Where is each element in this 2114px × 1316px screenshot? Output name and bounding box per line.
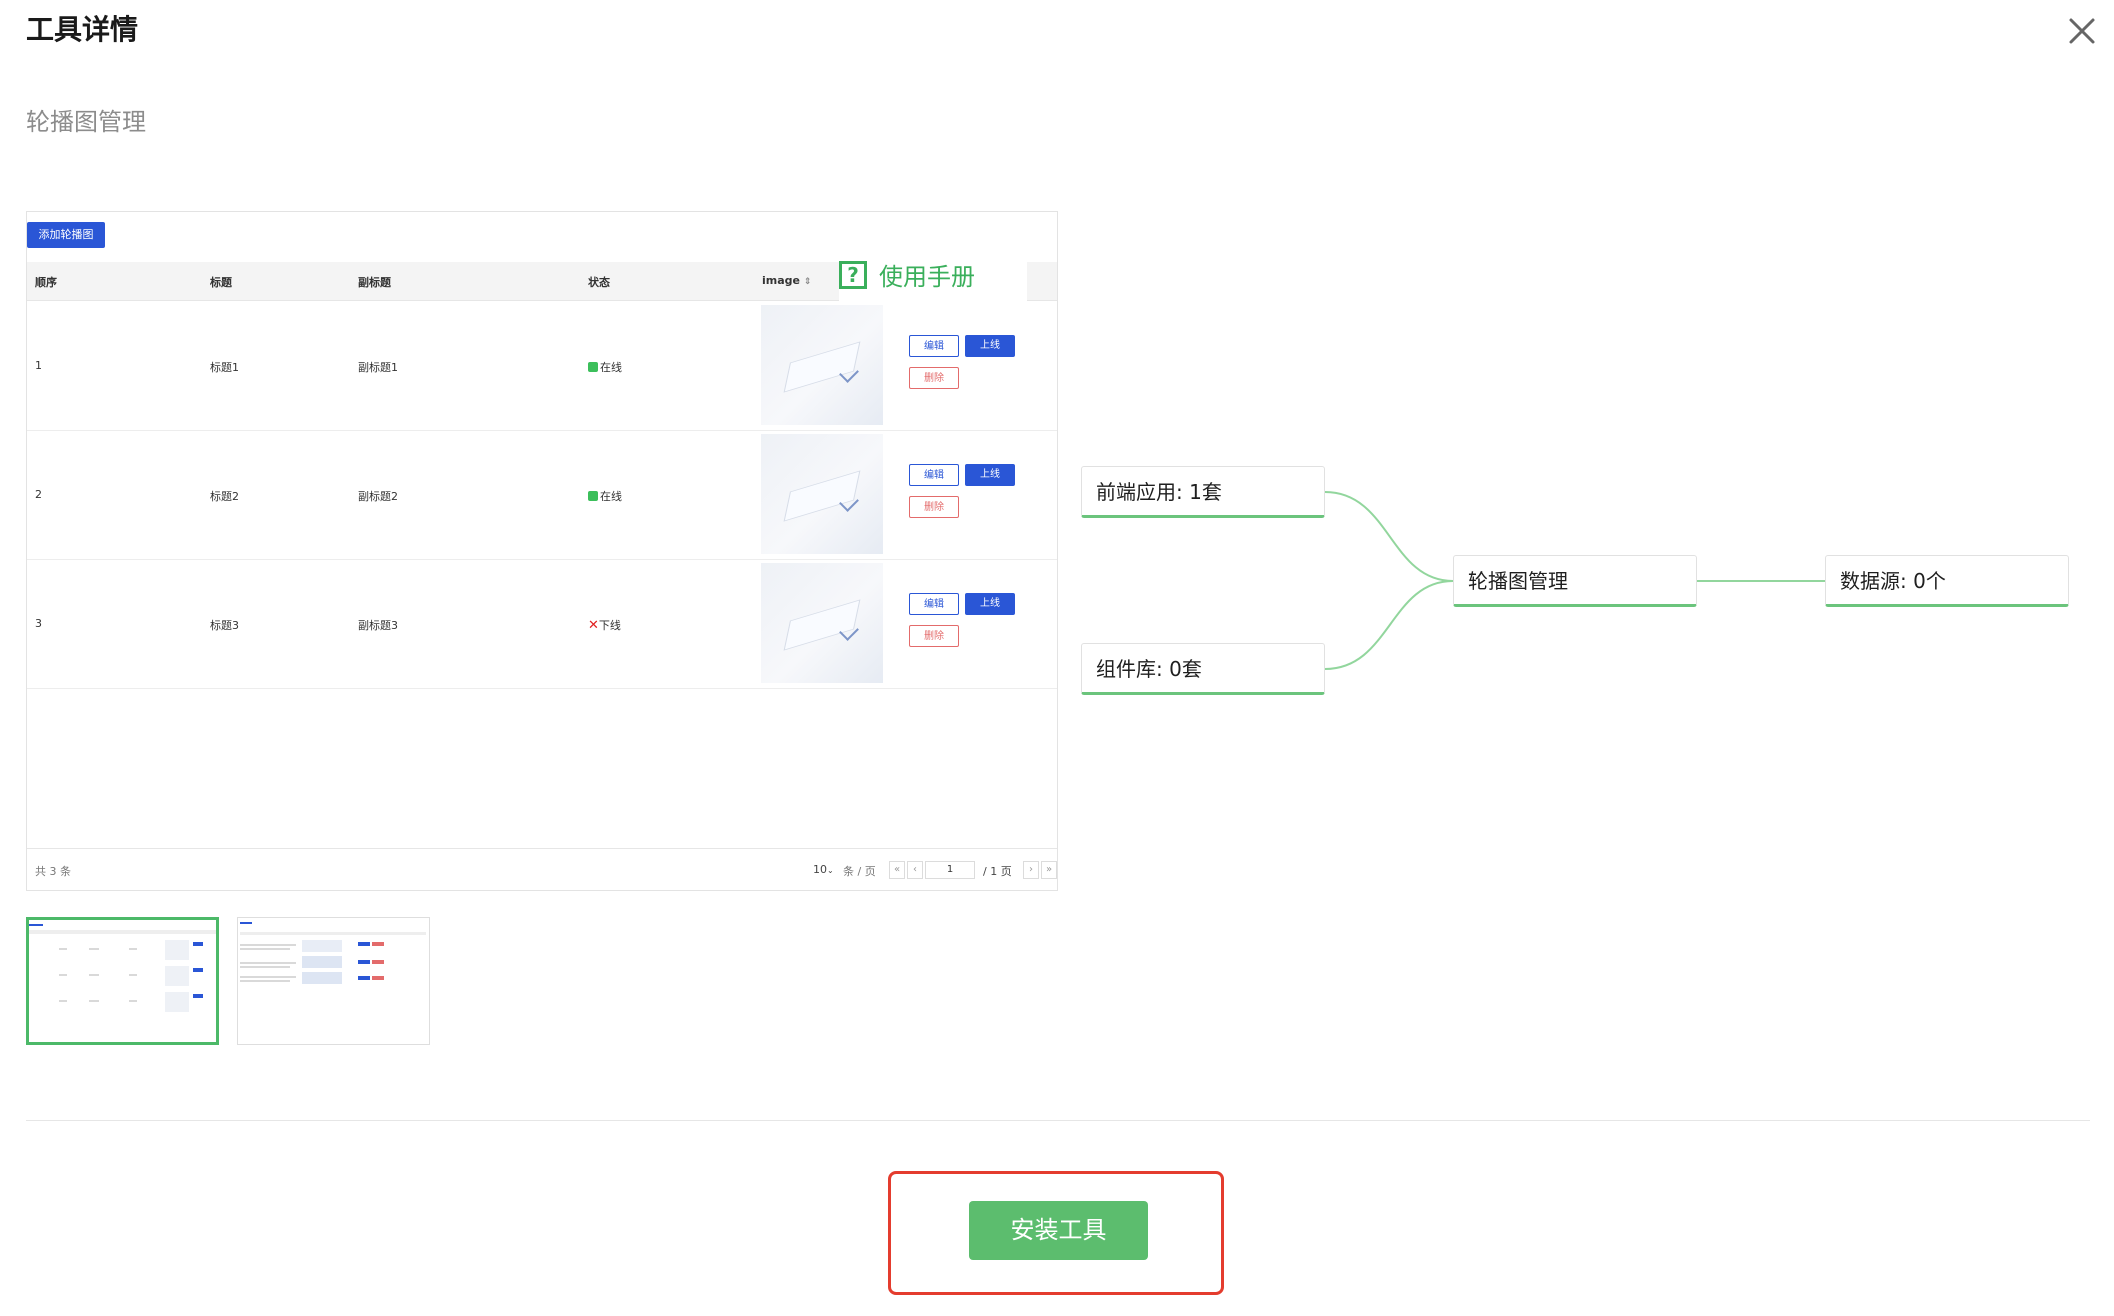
link-frontend-center xyxy=(1324,491,1454,582)
flow-node-components: 组件库: 0套 xyxy=(1081,643,1325,695)
flow-node-center: 轮播图管理 xyxy=(1453,555,1697,607)
install-tool-button[interactable]: 安装工具 xyxy=(969,1201,1148,1260)
flow-node-datasource: 数据源: 0个 xyxy=(1825,555,2069,607)
flow-node-frontend: 前端应用: 1套 xyxy=(1081,466,1325,518)
link-components-center xyxy=(1324,580,1454,670)
divider xyxy=(26,1120,2090,1121)
flow-links xyxy=(1324,491,1825,670)
